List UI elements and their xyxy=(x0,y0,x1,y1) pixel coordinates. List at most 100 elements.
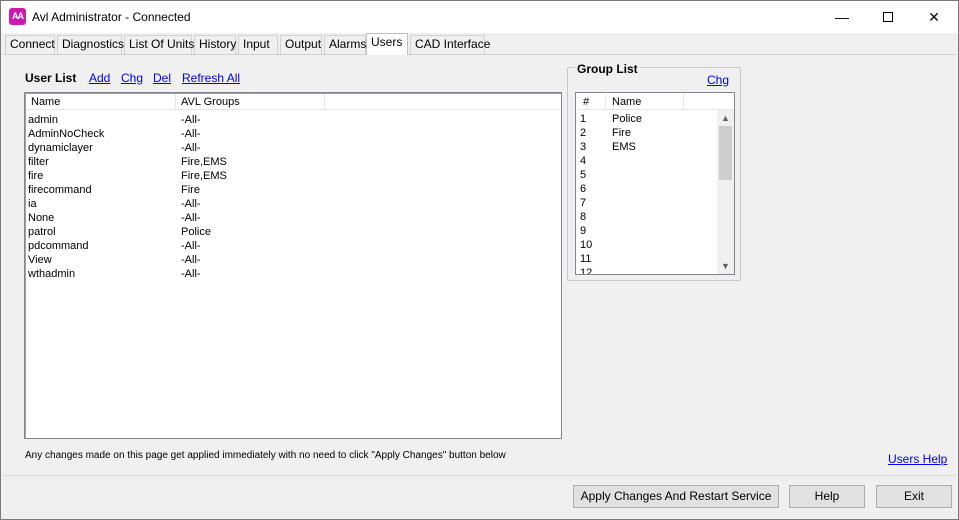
user-row[interactable]: dynamiclayer -All- xyxy=(28,141,560,155)
user-name-cell: ia xyxy=(28,198,37,210)
group-row[interactable]: 3 EMS xyxy=(580,140,718,154)
group-row[interactable]: 4 xyxy=(580,154,718,168)
column-header-number[interactable]: # xyxy=(577,94,606,110)
group-list-header: # Name xyxy=(577,94,733,110)
user-row[interactable]: AdminNoCheck -All- xyxy=(28,127,560,141)
group-number-cell: 5 xyxy=(580,169,587,181)
group-list-label: Group List xyxy=(575,62,640,76)
tab-cad-interface[interactable]: CAD Interface xyxy=(410,35,490,54)
user-row[interactable]: firecommand Fire xyxy=(28,183,560,197)
tab-input[interactable]: Input xyxy=(238,35,278,54)
user-list-header: Name AVL Groups xyxy=(26,94,560,110)
user-name-cell: dynamiclayer xyxy=(28,142,93,154)
user-name-cell: filter xyxy=(28,156,49,168)
user-row[interactable]: filter Fire,EMS xyxy=(28,155,560,169)
group-row[interactable]: 9 xyxy=(580,224,718,238)
group-row[interactable]: 2 Fire xyxy=(580,126,718,140)
user-row[interactable]: pdcommand -All- xyxy=(28,239,560,253)
user-groups-cell: -All- xyxy=(181,240,201,252)
column-header-avl-groups[interactable]: AVL Groups xyxy=(176,94,325,110)
group-row[interactable]: 8 xyxy=(580,210,718,224)
tab-diagnostics[interactable]: Diagnostics xyxy=(57,35,124,54)
group-number-cell: 10 xyxy=(580,239,593,251)
user-groups-cell: Fire,EMS xyxy=(181,170,227,182)
user-groups-cell: -All- xyxy=(181,142,201,154)
scroll-thumb[interactable] xyxy=(719,126,732,180)
user-groups-cell: Police xyxy=(181,226,211,238)
group-number-cell: 7 xyxy=(580,197,587,209)
group-number-cell: 2 xyxy=(580,127,587,139)
group-list-scrollbar[interactable]: ▲ ▼ xyxy=(717,110,734,274)
footer-divider xyxy=(3,475,956,476)
column-header-name[interactable]: Name xyxy=(26,94,176,110)
change-group-link[interactable]: Chg xyxy=(707,73,729,87)
user-row[interactable]: wthadmin -All- xyxy=(28,267,560,281)
group-number-cell: 8 xyxy=(580,211,587,223)
user-name-cell: wthadmin xyxy=(28,268,76,280)
user-row[interactable]: None -All- xyxy=(28,211,560,225)
delete-user-link[interactable]: Del xyxy=(153,71,171,85)
close-button[interactable]: ✕ xyxy=(911,1,957,33)
group-name-cell: EMS xyxy=(612,141,636,153)
user-row[interactable]: ia -All- xyxy=(28,197,560,211)
scroll-down-icon[interactable]: ▼ xyxy=(717,258,734,274)
scroll-up-icon[interactable]: ▲ xyxy=(717,110,734,126)
group-row[interactable]: 5 xyxy=(580,168,718,182)
user-groups-cell: -All- xyxy=(181,198,201,210)
group-number-cell: 11 xyxy=(580,253,592,265)
help-button[interactable]: Help xyxy=(789,485,865,508)
group-list-box: Group List Chg # Name 1 Police 2 Fire 3 EMS 4 5… xyxy=(567,62,741,281)
add-user-link[interactable]: Add xyxy=(89,71,110,85)
group-number-cell: 3 xyxy=(580,141,587,153)
tab-history[interactable]: History xyxy=(194,35,236,54)
user-groups-cell: -All- xyxy=(181,212,201,224)
group-row[interactable]: 6 xyxy=(580,182,718,196)
info-note: Any changes made on this page get applie… xyxy=(25,450,506,461)
group-row[interactable]: 12 xyxy=(580,266,718,274)
group-row[interactable]: 10 xyxy=(580,238,718,252)
user-groups-cell: -All- xyxy=(181,268,201,280)
exit-button[interactable]: Exit xyxy=(876,485,952,508)
group-number-cell: 1 xyxy=(580,113,587,125)
group-number-cell: 6 xyxy=(580,183,587,195)
user-list-label: User List xyxy=(25,71,77,85)
user-name-cell: View xyxy=(28,254,52,266)
users-page: User List Add Chg Del Refresh All Name A… xyxy=(3,55,956,473)
user-row[interactable]: fire Fire,EMS xyxy=(28,169,560,183)
user-list-view[interactable]: Name AVL Groups admin -All- AdminNoCheck -A… xyxy=(24,92,562,439)
user-row[interactable]: admin -All- xyxy=(28,113,560,127)
user-rows: admin -All- AdminNoCheck -All-dynamiclayer -… xyxy=(28,113,560,281)
apply-changes-button[interactable]: Apply Changes And Restart Service xyxy=(573,485,779,508)
group-row[interactable]: 1 Police xyxy=(580,112,718,126)
tab-output[interactable]: Output xyxy=(280,35,322,54)
user-name-cell: firecommand xyxy=(28,184,92,196)
users-help-link[interactable]: Users Help xyxy=(888,452,947,466)
group-row[interactable]: 7 xyxy=(580,196,718,210)
app-icon: AA xyxy=(9,8,26,25)
group-number-cell: 9 xyxy=(580,225,587,237)
maximize-icon xyxy=(883,12,893,23)
tab-users[interactable]: Users xyxy=(366,33,408,55)
group-row[interactable]: 11 xyxy=(580,252,718,266)
group-number-cell: 4 xyxy=(580,155,587,167)
group-name-cell: Fire xyxy=(612,127,631,139)
user-row[interactable]: View -All- xyxy=(28,253,560,267)
user-name-cell: fire xyxy=(28,170,44,182)
app-window: AA Avl Administrator - Connected — ✕ Con… xyxy=(0,0,959,520)
tab-list-of-units[interactable]: List Of Units xyxy=(124,35,194,54)
tab-connect[interactable]: Connect xyxy=(5,35,55,54)
title-bar: AA Avl Administrator - Connected — ✕ xyxy=(1,1,958,33)
tab-alarms[interactable]: Alarms xyxy=(324,35,366,54)
column-header-group-name[interactable]: Name xyxy=(606,94,684,110)
user-groups-cell: Fire,EMS xyxy=(181,156,227,168)
group-number-cell: 12 xyxy=(580,267,593,274)
user-name-cell: AdminNoCheck xyxy=(28,128,105,140)
user-groups-cell: -All- xyxy=(181,114,201,126)
change-user-link[interactable]: Chg xyxy=(121,71,143,85)
refresh-all-link[interactable]: Refresh All xyxy=(182,71,240,85)
user-row[interactable]: patrol Police xyxy=(28,225,560,239)
minimize-button[interactable]: — xyxy=(819,1,865,33)
maximize-button[interactable] xyxy=(865,1,911,33)
user-name-cell: pdcommand xyxy=(28,240,89,252)
group-list-view[interactable]: # Name 1 Police 2 Fire 3 EMS 4 5 6 7 8 9 10 11 12 ▲ ▼ xyxy=(575,92,735,275)
